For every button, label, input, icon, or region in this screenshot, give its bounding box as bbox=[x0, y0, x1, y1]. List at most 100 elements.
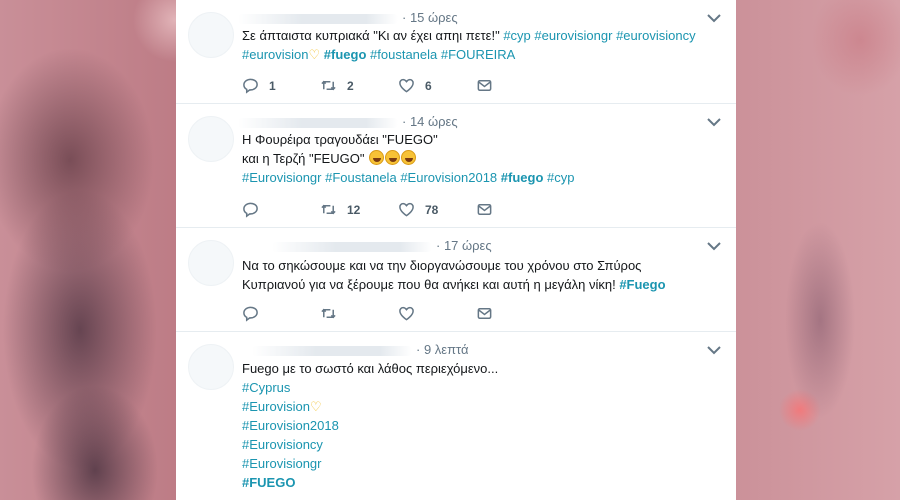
chevron-down-icon[interactable] bbox=[706, 344, 722, 356]
dm-button[interactable] bbox=[476, 77, 554, 94]
heart-icon bbox=[399, 78, 414, 93]
tweet-text-line: #eurovision♡ #fuego #foustanela #FOUREIR… bbox=[242, 45, 712, 64]
hashtag-link[interactable]: #fuego bbox=[324, 47, 367, 62]
retweet-button[interactable]: 2 bbox=[320, 77, 398, 94]
like-count: 78 bbox=[425, 202, 439, 217]
tweet-actions: 12 78 bbox=[242, 201, 554, 218]
tweet-4: · 9 λεπτά Fuego με το σωστό και λάθος πε… bbox=[176, 332, 736, 500]
hashtag-link[interactable]: #Eurovision bbox=[242, 399, 310, 414]
retweet-icon bbox=[321, 80, 336, 91]
hashtag-link[interactable]: #foustanela bbox=[370, 47, 437, 62]
tweet-meta: · 9 λεπτά bbox=[252, 342, 469, 357]
hashtag-link[interactable]: #eurovision bbox=[242, 47, 309, 62]
blurred-username bbox=[272, 241, 432, 252]
tweet-text-span: Να το σηκώσουμε και να την διοργανώσουμε… bbox=[242, 258, 642, 273]
chevron-down-icon[interactable] bbox=[706, 116, 722, 128]
like-button[interactable]: 78 bbox=[398, 201, 476, 218]
retweet-count: 2 bbox=[347, 78, 354, 93]
hashtag-link[interactable]: #Cyprus bbox=[242, 380, 290, 395]
reply-icon bbox=[243, 306, 258, 322]
tweet-text-line: #Cyprus bbox=[242, 378, 712, 397]
envelope-icon bbox=[477, 80, 492, 91]
like-button[interactable]: 6 bbox=[398, 77, 476, 94]
tweet-text-line: #Eurovision♡ bbox=[242, 397, 712, 416]
hashtag-link[interactable]: #eurovisiongr bbox=[534, 28, 612, 43]
tweet-time[interactable]: · 15 ώρες bbox=[402, 10, 458, 25]
tweet-meta: · 15 ώρες bbox=[238, 10, 458, 25]
retweet-button[interactable] bbox=[320, 305, 398, 322]
laughing-emoji-icon bbox=[385, 150, 401, 165]
laughing-emoji-icon bbox=[401, 150, 417, 165]
tweet-text-line: #Eurovisiongr #Foustanela #Eurovision201… bbox=[242, 168, 712, 187]
tweet-meta: · 17 ώρες bbox=[272, 238, 492, 253]
tweet-time[interactable]: · 14 ώρες bbox=[402, 114, 458, 129]
tweet-feed: · 15 ώρες Σε άπταιστα κυπριακά "Κι αν έχ… bbox=[176, 0, 736, 500]
tweet-text-line: Κυπριανού για να ξέρουμε που θα ανήκει κ… bbox=[242, 275, 712, 294]
hashtag-link[interactable]: #cyp bbox=[547, 170, 574, 185]
avatar[interactable] bbox=[188, 12, 234, 58]
blurred-username bbox=[238, 13, 398, 24]
hashtag-link[interactable]: #FOUREIRA bbox=[441, 47, 515, 62]
heart-icon bbox=[399, 306, 414, 321]
retweet-button[interactable]: 12 bbox=[320, 201, 398, 218]
reply-button[interactable] bbox=[242, 201, 320, 218]
hashtag-link[interactable]: #Eurovisiongr bbox=[242, 170, 322, 185]
blurred-username bbox=[238, 117, 398, 128]
hashtag-link[interactable]: #Foustanela bbox=[325, 170, 397, 185]
tweet-text-span: Η Φουρέιρα τραγουδάει "FUEGO" bbox=[242, 132, 438, 147]
tweet-3: · 17 ώρες Να το σηκώσουμε και να την διο… bbox=[176, 228, 736, 332]
retweet-icon bbox=[321, 308, 336, 319]
tweet-text-line: #FUEGO bbox=[242, 473, 712, 492]
hashtag-link[interactable]: #Fuego bbox=[619, 277, 665, 292]
tweet-time[interactable]: · 9 λεπτά bbox=[416, 342, 469, 357]
tweet-text-line: Να το σηκώσουμε και να την διοργανώσουμε… bbox=[242, 256, 712, 275]
retweet-count: 12 bbox=[347, 202, 361, 217]
retweet-icon bbox=[321, 204, 336, 215]
like-count: 6 bbox=[425, 78, 432, 93]
envelope-icon bbox=[477, 308, 492, 319]
tweet-text-line: #Eurovision2018 bbox=[242, 416, 712, 435]
avatar[interactable] bbox=[188, 240, 234, 286]
tweet-text-span: Fuego με το σωστό και λάθος περιεχόμενο.… bbox=[242, 361, 499, 376]
hashtag-link[interactable]: #Eurovisioncy bbox=[242, 437, 323, 452]
tweet-text-span: Κυπριανού για να ξέρουμε που θα ανήκει κ… bbox=[242, 277, 620, 292]
heart-icon bbox=[399, 202, 414, 217]
yellow-heart-icon: ♡ bbox=[308, 47, 321, 62]
tweet-text: Fuego με το σωστό και λάθος περιεχόμενο.… bbox=[242, 359, 712, 492]
hashtag-link[interactable]: #FUEGO bbox=[242, 475, 295, 490]
tweet-2: · 14 ώρες Η Φουρέιρα τραγουδάει "FUEGO" κ… bbox=[176, 104, 736, 228]
tweet-text-line: Fuego με το σωστό και λάθος περιεχόμενο.… bbox=[242, 359, 712, 378]
hashtag-link[interactable]: #eurovisioncy bbox=[616, 28, 696, 43]
tweet-text-line: Σε άπταιστα κυπριακά "Κι αν έχει απηι πε… bbox=[242, 26, 712, 45]
tweet-text-line: Η Φουρέιρα τραγουδάει "FUEGO" bbox=[242, 130, 712, 149]
dm-button[interactable] bbox=[476, 201, 554, 218]
tweet-text: Η Φουρέιρα τραγουδάει "FUEGO" και η Τερζή… bbox=[242, 130, 712, 187]
yellow-heart-icon: ♡ bbox=[309, 399, 322, 414]
reply-button[interactable] bbox=[242, 305, 320, 322]
tweet-text-span: και η Τερζή "FEUGO" bbox=[242, 151, 369, 166]
avatar[interactable] bbox=[188, 116, 234, 162]
avatar[interactable] bbox=[188, 344, 234, 390]
hashtag-link[interactable]: #fuego bbox=[501, 170, 544, 185]
envelope-icon bbox=[477, 204, 492, 215]
hashtag-link[interactable]: #Eurovision2018 bbox=[242, 418, 339, 433]
tweet-time[interactable]: · 17 ώρες bbox=[436, 238, 492, 253]
dm-button[interactable] bbox=[476, 305, 554, 322]
tweet-text: Σε άπταιστα κυπριακά "Κι αν έχει απηι πε… bbox=[242, 26, 712, 64]
reply-button[interactable]: 1 bbox=[242, 77, 320, 94]
tweet-meta: · 14 ώρες bbox=[238, 114, 458, 129]
reply-count: 1 bbox=[269, 78, 276, 93]
tweet-text-span: Σε άπταιστα κυπριακά "Κι αν έχει απηι πε… bbox=[242, 28, 504, 43]
tweet-text-line: #Eurovisioncy bbox=[242, 435, 712, 454]
laughing-emoji-icon bbox=[369, 150, 385, 165]
chevron-down-icon[interactable] bbox=[706, 12, 722, 24]
reply-icon bbox=[243, 78, 258, 94]
hashtag-link[interactable]: #Eurovisiongr bbox=[242, 456, 322, 471]
blurred-username bbox=[252, 345, 412, 356]
chevron-down-icon[interactable] bbox=[706, 240, 722, 252]
hashtag-link[interactable]: #cyp bbox=[503, 28, 530, 43]
like-button[interactable] bbox=[398, 305, 476, 322]
tweet-text-line: #Eurovisiongr bbox=[242, 454, 712, 473]
hashtag-link[interactable]: #Eurovision2018 bbox=[400, 170, 497, 185]
tweet-text: Να το σηκώσουμε και να την διοργανώσουμε… bbox=[242, 256, 712, 294]
